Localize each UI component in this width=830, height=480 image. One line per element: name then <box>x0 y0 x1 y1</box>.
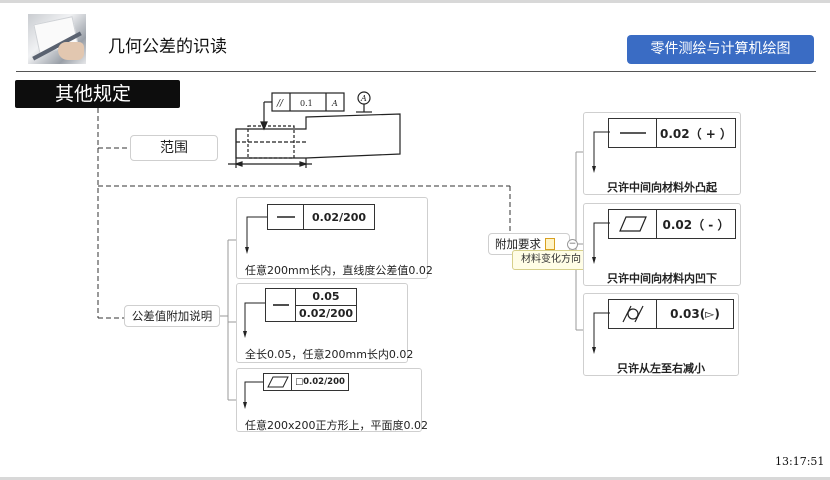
range-node[interactable]: 范围 <box>130 135 218 161</box>
straightness-icon <box>266 289 296 321</box>
left-card-1[interactable]: 0.02/200 任意200mm长内，直线度公差值0.02 <box>236 197 433 279</box>
tolerance-note-node[interactable]: 公差值附加说明 <box>124 305 220 327</box>
frame-value: 0.02/200 <box>311 210 367 224</box>
right-card-1[interactable]: 0.02（ + ） 只许中间向材料外凸起 <box>583 112 741 195</box>
tolerance-frame: 0.05 0.02/200 <box>265 288 357 322</box>
flatness-icon <box>609 210 657 238</box>
frame-value: 0.02（ + ） <box>659 126 733 141</box>
card-caption: 全长0.05，任意200mm长内0.02 <box>245 348 414 361</box>
engineering-drawing: // 0.1 A A <box>228 91 401 168</box>
tooltip: 材料变化方向 <box>512 250 590 270</box>
tolerance-frame: 0.02（ - ） <box>608 209 736 239</box>
tolerance-frame: □0.02/200 <box>263 373 349 391</box>
drawing-symbol: // <box>276 99 284 109</box>
frame-value: 0.03(▻) <box>670 307 720 321</box>
card-caption: 只许中间向材料外凸起 <box>607 181 717 194</box>
collapse-icon[interactable]: − <box>567 239 578 250</box>
clock-time: 13:17:51 <box>775 455 825 468</box>
card-caption: 任意200mm长内，直线度公差值0.02 <box>245 264 433 277</box>
frame-value-bottom: 0.02/200 <box>298 306 354 320</box>
cylindricity-icon <box>609 300 657 328</box>
card-caption: 只许从左至右减小 <box>617 362 705 375</box>
card-caption: 任意200x200正方形上，平面度0.02 <box>245 419 428 432</box>
tolerance-frame: 0.03(▻) <box>608 299 734 329</box>
datum-marker: A <box>360 94 367 103</box>
left-card-2[interactable]: 0.05 0.02/200 全长0.05，任意200mm长内0.02 <box>236 283 413 363</box>
left-card-3[interactable]: □0.02/200 任意200x200正方形上，平面度0.02 <box>236 368 428 432</box>
tolerance-frame: 0.02/200 <box>267 204 375 230</box>
card-caption: 只许中间向材料内凹下 <box>607 272 717 285</box>
additional-requirement-label: 附加要求 <box>495 237 541 251</box>
right-card-3[interactable]: 0.03(▻) 只许从左至右减小 <box>583 293 739 376</box>
flatness-icon <box>264 374 292 390</box>
note-icon[interactable] <box>545 238 555 250</box>
drawing-datum: A <box>331 99 338 108</box>
straightness-icon <box>609 119 657 147</box>
straightness-icon <box>268 205 304 229</box>
right-card-2[interactable]: 0.02（ - ） 只许中间向材料内凹下 <box>583 203 741 286</box>
frame-value-top: 0.05 <box>296 289 356 306</box>
frame-value: □0.02/200 <box>295 377 345 387</box>
tolerance-frame: 0.02（ + ） <box>608 118 736 148</box>
frame-value: 0.02（ - ） <box>662 217 730 232</box>
drawing-value: 0.1 <box>300 99 313 108</box>
